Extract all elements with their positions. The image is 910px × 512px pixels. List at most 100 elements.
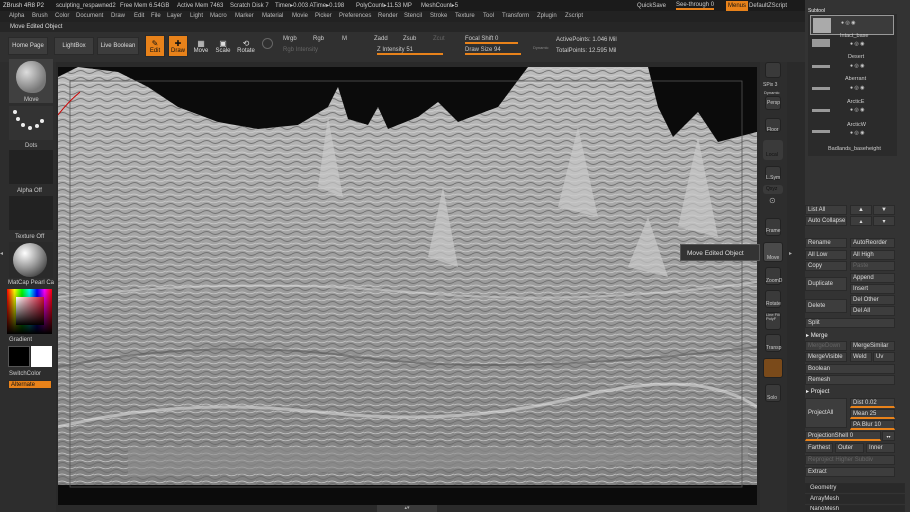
inner-button[interactable]: Inner — [866, 443, 895, 453]
project-all-button[interactable]: ProjectAll — [805, 398, 847, 428]
bpr-icon[interactable] — [765, 62, 781, 78]
geometry-section[interactable]: Geometry — [805, 483, 905, 493]
solo-button[interactable]: Solo — [765, 384, 781, 402]
eye-icon[interactable]: ● ◎ ◉ — [850, 108, 865, 113]
outer-button[interactable]: Outer — [835, 443, 864, 453]
transp-button[interactable]: Transp — [765, 334, 781, 352]
rgb-intensity-slider[interactable]: Rgb Intensity — [283, 47, 318, 53]
zcut-button[interactable]: Zcut — [433, 36, 445, 42]
left-tray-collapse-icon[interactable]: ◂ — [0, 250, 6, 270]
z-intensity-slider[interactable]: Z Intensity 51 — [377, 47, 444, 55]
subtool-row[interactable]: ArcticE ● ◎ ◉ — [810, 99, 894, 123]
projection-shell-slider[interactable]: ProjectionShell 0 — [805, 431, 881, 441]
switchcolor-button[interactable]: SwitchColor — [9, 371, 41, 377]
draw-size-slider[interactable]: Draw Size 94 — [465, 47, 521, 55]
mrgb-button[interactable]: Mrgb — [283, 36, 297, 42]
lsym-button[interactable]: L.Sym — [765, 166, 781, 181]
reproject-button[interactable]: Reproject Higher Subdiv — [805, 455, 895, 465]
mean-slider[interactable]: Mean 25 — [850, 409, 895, 419]
arraymesh-section[interactable]: ArrayMesh — [805, 494, 905, 504]
material-thumbnail[interactable] — [9, 242, 53, 278]
menu-file[interactable]: File — [151, 13, 161, 19]
move-down-icon[interactable]: ▾ — [873, 216, 895, 226]
ghost-button[interactable] — [763, 358, 783, 378]
color-picker[interactable] — [7, 289, 52, 334]
menu-macro[interactable]: Macro — [210, 13, 227, 19]
auto-reorder-button[interactable]: AutoReorder — [850, 238, 895, 248]
merge-visible-button[interactable]: MergeVisible — [805, 352, 847, 362]
lock-icon[interactable]: ⊙ — [769, 196, 776, 205]
default-zscript[interactable]: DefaultZScript — [749, 3, 787, 9]
del-all-button[interactable]: Del All — [850, 306, 895, 316]
lightbox-button[interactable]: LightBox — [54, 37, 94, 55]
all-high-button[interactable]: All High — [850, 250, 895, 260]
secondary-color-swatch[interactable] — [31, 346, 52, 367]
paste-button[interactable]: Paste — [850, 261, 895, 271]
weld-toggle[interactable]: Weld — [850, 352, 872, 362]
zsub-button[interactable]: Zsub — [403, 36, 416, 42]
persp-button[interactable]: Persp — [765, 96, 781, 110]
remesh-button[interactable]: Remesh — [805, 375, 895, 385]
scale-button[interactable]: ▣ Scale — [213, 35, 233, 57]
merge-section[interactable]: ▸ Merge — [806, 333, 828, 339]
zoomd-button[interactable]: ZoomD — [765, 267, 782, 285]
subtool-row[interactable]: Aberrant ● ◎ ◉ — [810, 76, 894, 101]
menu-stroke[interactable]: Stroke — [430, 13, 447, 19]
delete-button[interactable]: Delete — [805, 299, 847, 313]
auto-collapse-button[interactable]: Auto Collapse — [805, 216, 847, 226]
dist-slider[interactable]: Dist 0.02 — [850, 398, 895, 408]
farthest-button[interactable]: Farthest — [805, 443, 833, 453]
eye-icon[interactable]: ● ◎ ◉ — [841, 21, 856, 26]
local-button[interactable]: Local — [763, 140, 783, 160]
polyframe-button[interactable]: Line Fill PolyF — [765, 312, 781, 330]
subtool-row[interactable]: ● ◎ ◉ — [810, 15, 894, 35]
qxyz-button[interactable]: Qxyz — [763, 185, 783, 194]
live-boolean-button[interactable]: Live Boolean — [97, 37, 139, 55]
menu-preferences[interactable]: Preferences — [339, 13, 371, 19]
frame-button[interactable]: Frame — [765, 218, 781, 236]
subtool-row[interactable]: Badlands_baseheight — [810, 144, 894, 155]
menus-button[interactable]: Menus — [726, 1, 749, 11]
edit-button[interactable]: ✎ Edit — [145, 35, 165, 57]
menu-tool[interactable]: Tool — [483, 13, 494, 19]
all-low-button[interactable]: All Low — [805, 250, 847, 260]
quicksave-button[interactable]: QuickSave — [637, 3, 666, 9]
menu-stencil[interactable]: Stencil — [404, 13, 422, 19]
rename-button[interactable]: Rename — [805, 238, 847, 248]
menu-layer[interactable]: Layer — [167, 13, 182, 19]
axis-icon[interactable]: ▾▾ — [882, 431, 895, 441]
menu-brush[interactable]: Brush — [32, 13, 48, 19]
menu-material[interactable]: Material — [262, 13, 283, 19]
eye-icon[interactable]: ● ◎ ◉ — [850, 86, 865, 91]
home-page-button[interactable]: Home Page — [8, 37, 48, 55]
color-sphere-icon[interactable] — [262, 38, 273, 49]
extract-button[interactable]: Extract — [805, 467, 895, 477]
move-view-button[interactable]: Move — [763, 242, 783, 262]
copy-button[interactable]: Copy — [805, 261, 847, 271]
focal-shift-slider[interactable]: Focal Shift 0 — [465, 36, 519, 44]
pa-blur-slider[interactable]: PA Blur 10 — [850, 420, 895, 430]
menu-color[interactable]: Color — [55, 13, 69, 19]
m-button[interactable]: M — [342, 36, 347, 42]
arrow-down-icon[interactable]: ▼ — [873, 205, 895, 215]
stroke-thumbnail[interactable] — [9, 106, 53, 140]
arrow-up-icon[interactable]: ▲ — [850, 205, 872, 215]
merge-similar-button[interactable]: MergeSimilar — [850, 341, 895, 351]
menu-render[interactable]: Render — [378, 13, 398, 19]
insert-button[interactable]: Insert — [850, 284, 895, 294]
menu-zplugin[interactable]: Zplugin — [537, 13, 557, 19]
floor-button[interactable]: Floor — [765, 118, 781, 133]
right-tray-collapse-icon[interactable]: ▸ — [789, 250, 799, 270]
alternate-button[interactable]: Alternate — [8, 380, 52, 389]
menu-document[interactable]: Document — [76, 13, 103, 19]
split-button[interactable]: Split — [805, 318, 895, 328]
move-up-icon[interactable]: ▴ — [850, 216, 872, 226]
draw-button[interactable]: ✚ Draw — [168, 35, 188, 57]
main-color-swatch[interactable] — [8, 346, 30, 367]
see-through-slider[interactable]: See-through 0 — [676, 2, 715, 10]
menu-light[interactable]: Light — [190, 13, 203, 19]
dynamic-toggle[interactable]: Dynamic — [533, 46, 549, 50]
menu-draw[interactable]: Draw — [111, 13, 125, 19]
menu-marker[interactable]: Marker — [235, 13, 254, 19]
nanomesh-section[interactable]: NanoMesh — [805, 505, 905, 512]
